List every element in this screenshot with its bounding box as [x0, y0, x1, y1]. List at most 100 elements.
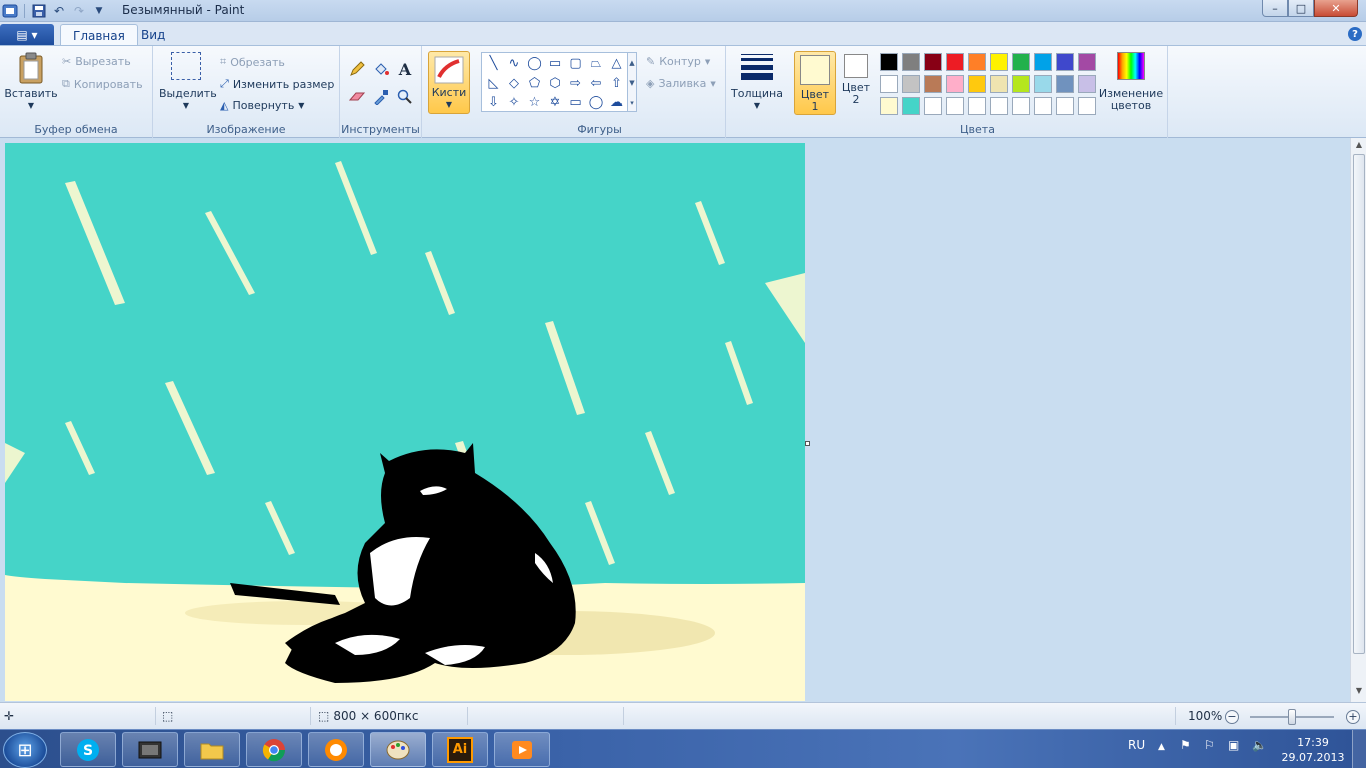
- palette-swatch[interactable]: [1012, 53, 1030, 71]
- language-indicator[interactable]: RU: [1128, 738, 1145, 752]
- palette-swatch[interactable]: [880, 53, 898, 71]
- palette-swatch[interactable]: [880, 97, 898, 115]
- select-dropdown-icon[interactable]: ▼: [159, 100, 213, 112]
- palette-swatch[interactable]: [924, 53, 942, 71]
- media-player-icon[interactable]: [122, 732, 178, 767]
- palette-swatch[interactable]: [1078, 75, 1096, 93]
- zoom-slider-knob[interactable]: [1288, 709, 1296, 725]
- undo-icon[interactable]: ↶: [49, 2, 69, 20]
- shape-option[interactable]: ⬠: [525, 74, 544, 93]
- palette-swatch[interactable]: [880, 75, 898, 93]
- palette-swatch[interactable]: [1056, 53, 1074, 71]
- shape-option[interactable]: ⇧: [607, 74, 626, 93]
- palette-swatch[interactable]: [1012, 97, 1030, 115]
- cut-button[interactable]: ✂ Вырезать: [62, 55, 131, 68]
- shape-option[interactable]: ▭: [566, 93, 585, 112]
- crop-button[interactable]: ⌗ Обрезать: [220, 55, 285, 69]
- maximize-button[interactable]: □: [1288, 0, 1314, 17]
- canvas-resize-handle-right[interactable]: [805, 441, 810, 446]
- video-icon[interactable]: [494, 732, 550, 767]
- scroll-down-icon[interactable]: ▼: [1351, 686, 1366, 700]
- palette-swatch[interactable]: [990, 75, 1008, 93]
- shape-option[interactable]: ◯: [587, 93, 606, 112]
- palette-swatch[interactable]: [924, 75, 942, 93]
- shape-option[interactable]: ∿: [505, 54, 524, 73]
- palette-swatch[interactable]: [902, 53, 920, 71]
- shape-option[interactable]: ☁: [607, 93, 626, 112]
- palette-swatch[interactable]: [968, 75, 986, 93]
- shape-option[interactable]: ✡: [546, 93, 565, 112]
- chrome-icon[interactable]: [246, 732, 302, 767]
- edit-colors-button[interactable]: Изменение цветов: [1096, 52, 1166, 112]
- rotate-button[interactable]: ◭ Повернуть ▼: [220, 99, 304, 112]
- palette-swatch[interactable]: [968, 53, 986, 71]
- minimize-button[interactable]: –: [1262, 0, 1288, 17]
- palette-swatch[interactable]: [1078, 97, 1096, 115]
- shape-option[interactable]: ⇩: [484, 93, 503, 112]
- flag-alert-icon[interactable]: ⚐: [1204, 738, 1215, 752]
- volume-icon[interactable]: 🔈: [1252, 738, 1267, 752]
- palette-swatch[interactable]: [1078, 53, 1096, 71]
- copy-button[interactable]: ⧉ Копировать: [62, 77, 143, 91]
- shape-option[interactable]: ◺: [484, 74, 503, 93]
- palette-swatch[interactable]: [1034, 75, 1052, 93]
- orb-icon[interactable]: [308, 732, 364, 767]
- shape-option[interactable]: △: [607, 54, 626, 73]
- resize-button[interactable]: ⤢ Изменить размер: [220, 77, 334, 91]
- shape-option[interactable]: ⬡: [546, 74, 565, 93]
- size-button[interactable]: Толщина ▼: [730, 52, 784, 112]
- vertical-scrollbar[interactable]: ▲ ▼: [1350, 138, 1366, 702]
- palette-swatch[interactable]: [1012, 75, 1030, 93]
- palette-swatch[interactable]: [1056, 75, 1074, 93]
- select-button[interactable]: Выделить ▼: [159, 52, 217, 112]
- explorer-icon[interactable]: [184, 732, 240, 767]
- network-icon[interactable]: ▣: [1228, 738, 1239, 752]
- tab-home[interactable]: Главная: [60, 24, 138, 46]
- brushes-button[interactable]: Кисти ▼: [428, 51, 470, 114]
- text-icon[interactable]: A: [395, 59, 415, 79]
- palette-swatch[interactable]: [1034, 53, 1052, 71]
- redo-icon[interactable]: ↷: [69, 2, 89, 20]
- color-picker-icon[interactable]: [371, 87, 391, 107]
- app-menu-button[interactable]: ▤ ▾: [0, 24, 54, 45]
- show-desktop-button[interactable]: [1352, 730, 1366, 768]
- save-icon[interactable]: [29, 2, 49, 20]
- outline-button[interactable]: ✎ Контур ▼: [646, 55, 710, 68]
- scroll-thumb[interactable]: [1353, 154, 1365, 654]
- illustrator-icon[interactable]: Ai: [432, 732, 488, 767]
- palette-swatch[interactable]: [902, 75, 920, 93]
- skype-icon[interactable]: S: [60, 732, 116, 767]
- eraser-icon[interactable]: [347, 87, 367, 107]
- palette-swatch[interactable]: [946, 53, 964, 71]
- palette-swatch[interactable]: [946, 97, 964, 115]
- shape-option[interactable]: ⇦: [587, 74, 606, 93]
- shape-option[interactable]: ◇: [505, 74, 524, 93]
- palette-swatch[interactable]: [1056, 97, 1074, 115]
- palette-swatch[interactable]: [990, 53, 1008, 71]
- paste-dropdown-icon[interactable]: ▼: [4, 100, 58, 112]
- fill-shape-button[interactable]: ◈ Заливка ▼: [646, 77, 716, 90]
- shape-option[interactable]: ✧: [505, 93, 524, 112]
- start-button[interactable]: ⊞: [3, 732, 47, 768]
- palette-swatch[interactable]: [1034, 97, 1052, 115]
- paint-icon[interactable]: [370, 732, 426, 767]
- action-center-icon[interactable]: ⚑: [1180, 738, 1191, 752]
- show-hidden-icons-icon[interactable]: ▲: [1158, 742, 1165, 752]
- customize-qat-icon[interactable]: ▼: [89, 2, 109, 20]
- fill-icon[interactable]: [371, 59, 391, 79]
- shapes-scroll[interactable]: ▲ ▼ ▾: [627, 52, 637, 112]
- palette-swatch[interactable]: [968, 97, 986, 115]
- shape-option[interactable]: ⇨: [566, 74, 585, 93]
- tab-view[interactable]: Вид: [129, 24, 177, 46]
- palette-swatch[interactable]: [990, 97, 1008, 115]
- color2-button[interactable]: Цвет 2: [840, 54, 872, 106]
- zoom-out-button[interactable]: −: [1225, 710, 1239, 724]
- palette-swatch[interactable]: [924, 97, 942, 115]
- scroll-up-icon[interactable]: ▲: [1351, 140, 1366, 154]
- color1-button[interactable]: Цвет 1: [794, 51, 836, 115]
- shape-option[interactable]: ▢: [566, 54, 585, 73]
- shape-option[interactable]: ▭: [546, 54, 565, 73]
- help-icon[interactable]: ?: [1348, 27, 1362, 41]
- zoom-in-button[interactable]: +: [1346, 710, 1360, 724]
- drawing-canvas[interactable]: [5, 143, 805, 701]
